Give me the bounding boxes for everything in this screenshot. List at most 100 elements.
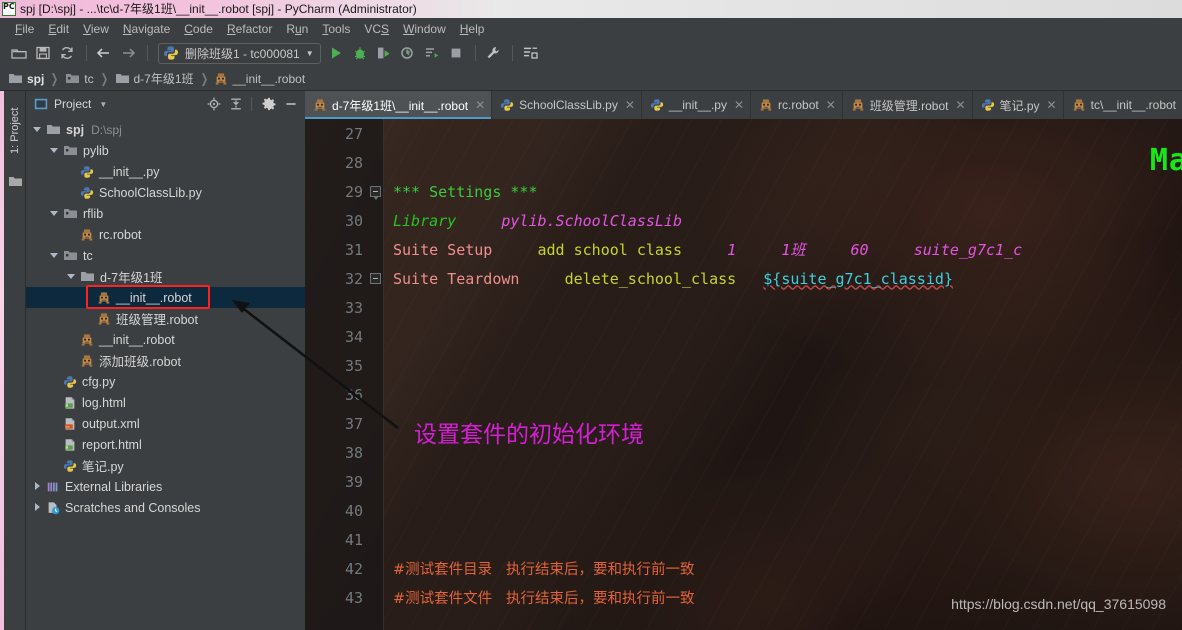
code-line-text: Suite Setup add school class 1 1班 60 sui…: [393, 239, 1022, 260]
back-arrow-icon[interactable]: [93, 42, 115, 64]
collapse-all-icon[interactable]: [226, 94, 246, 114]
tree-node-16[interactable]: 笔记.py: [26, 455, 305, 476]
editor-tab-5[interactable]: 笔记.py ✕: [973, 91, 1064, 119]
editor-tab-1[interactable]: SchoolClassLib.py ✕: [492, 91, 642, 119]
tree-node-0[interactable]: spj D:\spj: [26, 119, 305, 140]
menu-item-file[interactable]: File: [8, 21, 41, 37]
tree-node-label: d-7年级1班: [100, 271, 163, 285]
tree-node-8[interactable]: __init__.robot: [26, 287, 305, 308]
run-configuration-label: 删除班级1 - tc000081: [185, 46, 300, 61]
tree-twisty-down-icon[interactable]: [49, 145, 60, 156]
breadcrumb-item-1[interactable]: tc: [65, 72, 94, 86]
menu-item-help[interactable]: Help: [453, 21, 492, 37]
tree-node-17[interactable]: External Libraries: [26, 476, 305, 497]
close-icon[interactable]: ✕: [734, 99, 744, 111]
stop-icon[interactable]: [445, 42, 467, 64]
watermark-text: https://blog.csdn.net/qq_37615098: [951, 596, 1166, 612]
code-line-text: Library pylib.SchoolClassLib: [393, 212, 682, 230]
breadcrumb-separator: ❯: [50, 70, 59, 86]
menu-item-vcs[interactable]: VCS: [357, 21, 396, 37]
menu-item-tools[interactable]: Tools: [315, 21, 357, 37]
tree-node-6[interactable]: tc: [26, 245, 305, 266]
breadcrumb: spj ❯ tc ❯ d-7年级1班 ❯ __init__.robot: [0, 67, 1182, 91]
tree-twisty-down-icon[interactable]: [66, 271, 77, 282]
menu-item-navigate[interactable]: Navigate: [116, 21, 177, 37]
close-icon[interactable]: ✕: [826, 99, 836, 111]
locate-target-icon[interactable]: [204, 94, 224, 114]
breadcrumb-item-0[interactable]: spj: [8, 72, 44, 86]
profile-icon[interactable]: [397, 42, 419, 64]
menu-item-edit[interactable]: Edit: [41, 21, 76, 37]
python-icon: [164, 46, 178, 60]
folder-icon[interactable]: [8, 175, 23, 193]
editor-tab-3[interactable]: rc.robot ✕: [751, 91, 843, 119]
code-token: 1班: [781, 241, 806, 259]
project-structure-icon[interactable]: [519, 42, 541, 64]
hide-minimize-icon[interactable]: [281, 94, 301, 114]
debug-icon[interactable]: [349, 42, 371, 64]
tree-node-path: D:\spj: [91, 122, 122, 137]
python-icon: [650, 98, 664, 112]
tree-node-10[interactable]: __init__.robot: [26, 329, 305, 350]
tree-twisty-down-icon[interactable]: [49, 250, 60, 261]
tree-node-7[interactable]: d-7年级1班: [26, 266, 305, 287]
robot-icon: [80, 333, 94, 347]
tree-node-5[interactable]: rc.robot: [26, 224, 305, 245]
tree-node-label: __init__.py: [99, 164, 160, 179]
editor-tab-6[interactable]: tc\__init__.robot✕: [1064, 91, 1182, 119]
tree-node-15[interactable]: Hreport.html: [26, 434, 305, 455]
editor-tab-0[interactable]: d-7年级1班\__init__.robot ✕: [305, 91, 493, 119]
tree-node-3[interactable]: SchoolClassLib.py: [26, 182, 305, 203]
tree-node-11[interactable]: 添加班级.robot: [26, 350, 305, 371]
menu-item-view[interactable]: View: [76, 21, 116, 37]
menu-item-refactor[interactable]: Refactor: [220, 21, 279, 37]
save-all-icon[interactable]: [32, 42, 54, 64]
line-number: 33: [344, 298, 363, 317]
callout-label: 设置套件的初始化环境: [414, 422, 644, 448]
tree-node-9[interactable]: 班级管理.robot: [26, 308, 305, 329]
sync-refresh-icon[interactable]: [56, 42, 78, 64]
menu-item-window[interactable]: Window: [396, 21, 453, 37]
tool-window-button-project[interactable]: 1: Project: [6, 95, 24, 167]
settings-wrench-icon[interactable]: [482, 42, 504, 64]
run-with-coverage-icon[interactable]: [373, 42, 395, 64]
forward-arrow-icon[interactable]: [117, 42, 139, 64]
tree-node-13[interactable]: Hlog.html: [26, 392, 305, 413]
background-green-text: Ma: [1149, 143, 1182, 178]
editor-tab-2[interactable]: __init__.py ✕: [642, 91, 752, 119]
run-configuration-selector[interactable]: 删除班级1 - tc000081 ▼: [158, 42, 321, 64]
tree-node-18[interactable]: Scratches and Consoles: [26, 497, 305, 518]
tree-node-14[interactable]: <> output.xml: [26, 413, 305, 434]
code-fold-open-icon[interactable]: [367, 186, 384, 200]
breadcrumb-item-3[interactable]: __init__.robot: [214, 72, 305, 86]
tree-node-4[interactable]: rflib: [26, 203, 305, 224]
close-icon[interactable]: ✕: [475, 99, 485, 111]
open-icon[interactable]: [8, 42, 30, 64]
close-icon[interactable]: ✕: [1047, 99, 1057, 111]
tree-node-2[interactable]: __init__.py: [26, 161, 305, 182]
chevron-down-icon[interactable]: ▼: [99, 100, 107, 109]
run-dashboard-icon[interactable]: [421, 42, 443, 64]
editor-tab-bar: d-7年级1班\__init__.robot ✕ SchoolClassLib.py…: [305, 91, 1182, 119]
menu-item-code[interactable]: Code: [177, 21, 220, 37]
robot-icon: [851, 98, 865, 112]
tree-twisty-down-icon[interactable]: [32, 124, 43, 135]
tree-node-label: report.html: [82, 437, 142, 452]
code-fold-close-icon[interactable]: [367, 273, 384, 284]
close-icon[interactable]: ✕: [625, 99, 635, 111]
menu-item-run[interactable]: Run: [279, 21, 315, 37]
tree-twisty-down-icon[interactable]: [49, 208, 60, 219]
line-number: 30: [344, 211, 363, 230]
editor-tab-4[interactable]: 班级管理.robot ✕: [843, 91, 973, 119]
gear-icon[interactable]: [259, 94, 279, 114]
tree-node-12[interactable]: cfg.py: [26, 371, 305, 392]
tree-twisty-right-icon[interactable]: [32, 481, 43, 492]
run-icon[interactable]: [325, 42, 347, 64]
tree-node-1[interactable]: pylib: [26, 140, 305, 161]
breadcrumb-item-2[interactable]: d-7年级1班: [115, 70, 194, 87]
close-icon[interactable]: ✕: [955, 99, 965, 111]
tree-twisty-right-icon[interactable]: [32, 502, 43, 513]
code-editor[interactable]: 27 28 29 *** Settings *** 30 Library pylib.Sc…: [305, 119, 1182, 630]
